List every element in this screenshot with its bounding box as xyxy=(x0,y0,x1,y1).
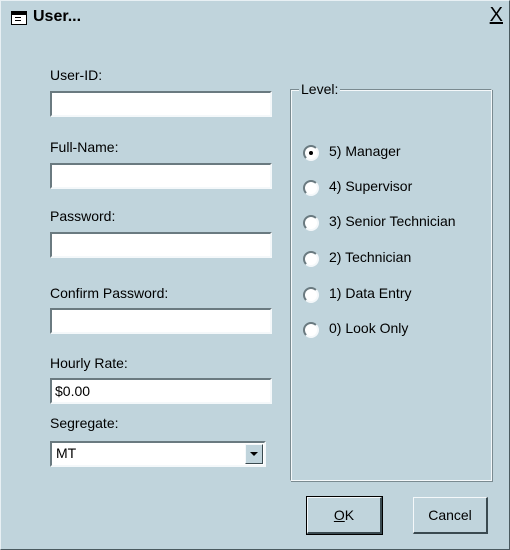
confirm-password-label: Confirm Password: xyxy=(50,285,169,301)
level-option-label: 0) Look Only xyxy=(329,320,409,336)
password-input[interactable] xyxy=(50,232,272,258)
ok-accelerator: O xyxy=(333,507,345,523)
radio-button[interactable] xyxy=(303,287,319,303)
radio-button[interactable] xyxy=(303,322,319,338)
ok-button[interactable]: OK xyxy=(306,496,383,535)
level-option-label: 1) Data Entry xyxy=(329,285,412,301)
level-option-label: 2) Technician xyxy=(329,249,412,265)
level-option-label: 5) Manager xyxy=(329,143,401,159)
level-legend: Level: xyxy=(299,81,341,97)
chevron-down-icon[interactable] xyxy=(245,444,263,464)
segregate-value: MT xyxy=(56,445,77,461)
hourly-rate-input[interactable] xyxy=(50,378,272,404)
ok-label-rest: K xyxy=(344,507,355,523)
user-id-label: User-ID: xyxy=(50,67,103,83)
level-option-label: 3) Senior Technician xyxy=(329,213,456,229)
level-option-label: 4) Supervisor xyxy=(329,178,413,194)
cancel-button[interactable]: Cancel xyxy=(413,497,488,534)
radio-button[interactable] xyxy=(303,251,319,267)
radio-button[interactable] xyxy=(303,215,319,231)
segregate-select[interactable]: MT xyxy=(50,441,266,467)
full-name-input[interactable] xyxy=(50,163,272,189)
password-label: Password: xyxy=(50,208,116,224)
radio-button[interactable] xyxy=(303,145,319,161)
full-name-label: Full-Name: xyxy=(50,139,119,155)
radio-button[interactable] xyxy=(303,180,319,196)
close-button[interactable]: X xyxy=(490,4,503,26)
hourly-rate-label: Hourly Rate: xyxy=(50,355,128,371)
user-id-input[interactable] xyxy=(50,91,272,117)
user-dialog: User... X User-ID: Full-Name: Password: … xyxy=(0,0,510,550)
window-title: User... xyxy=(33,8,82,25)
title-bar[interactable]: User... X xyxy=(2,2,508,36)
segregate-label: Segregate: xyxy=(50,415,119,431)
confirm-password-input[interactable] xyxy=(50,308,272,334)
window-icon xyxy=(11,11,27,25)
